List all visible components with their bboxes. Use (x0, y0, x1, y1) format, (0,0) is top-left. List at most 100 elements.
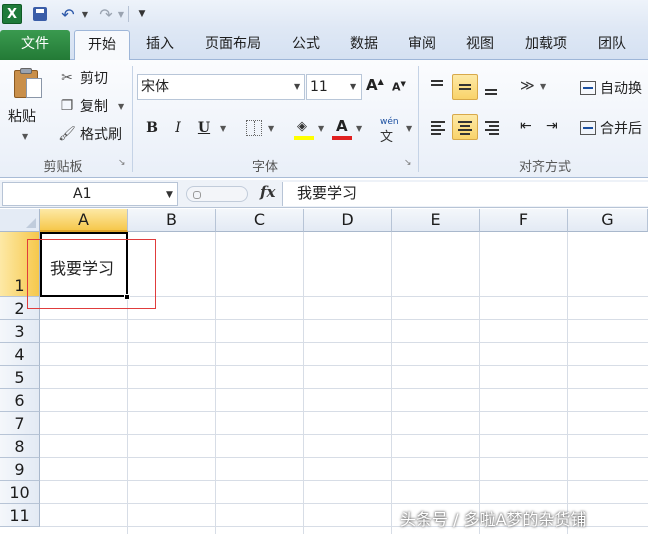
watermark: 头条号 / 多啦A梦的杂货铺 (400, 510, 587, 529)
group-divider (132, 66, 133, 172)
column-header-e[interactable]: E (392, 209, 480, 232)
row-header-9[interactable]: 9 (0, 458, 40, 481)
column-header-a[interactable]: A (40, 209, 128, 232)
align-bottom-icon[interactable] (480, 76, 502, 98)
grid-line (40, 342, 648, 343)
row-header-3[interactable]: 3 (0, 320, 40, 343)
paste-button[interactable]: 粘贴 (8, 106, 36, 126)
grid-line (567, 232, 568, 534)
select-all-button[interactable] (0, 209, 40, 232)
grid-line (40, 388, 648, 389)
save-icon[interactable] (32, 4, 48, 24)
font-name-select[interactable]: 宋体 (137, 74, 305, 100)
underline-dropdown-icon[interactable]: ▼ (220, 124, 226, 133)
redo-dropdown-icon[interactable]: ▼ (116, 4, 126, 24)
column-header-b[interactable]: B (128, 209, 216, 232)
align-center-icon[interactable] (452, 114, 478, 140)
copy-button[interactable]: ❐ 复制 (58, 96, 108, 116)
tab-view[interactable]: 视图 (458, 30, 502, 60)
merge-center-button[interactable]: 合并后 (580, 118, 642, 138)
wrap-text-button[interactable]: 自动换 (580, 78, 642, 98)
tab-review[interactable]: 审阅 (400, 30, 444, 60)
wrap-text-icon (580, 81, 596, 95)
fill-color-dropdown-icon[interactable]: ▼ (318, 124, 324, 133)
borders-icon[interactable] (246, 120, 262, 136)
grid-line (40, 480, 648, 481)
tab-home[interactable]: 开始 (74, 30, 130, 61)
row-header-8[interactable]: 8 (0, 435, 40, 458)
grid-line (40, 503, 648, 504)
font-name-dropdown-icon[interactable]: ▼ (294, 82, 300, 91)
grid-line (40, 434, 648, 435)
tab-team[interactable]: 团队 (590, 30, 634, 60)
row-header-11[interactable]: 11 (0, 504, 40, 527)
insert-function-button[interactable]: fx (260, 183, 275, 201)
row-header-7[interactable]: 7 (0, 412, 40, 435)
format-painter-button[interactable]: 🖌 格式刷 (58, 124, 122, 144)
paste-icon[interactable] (14, 68, 44, 100)
row-header-6[interactable]: 6 (0, 389, 40, 412)
column-header-c[interactable]: C (216, 209, 304, 232)
clipboard-launcher-icon[interactable]: ↘ (118, 158, 128, 168)
orientation-icon[interactable]: ≫ (520, 78, 535, 94)
merge-cells-icon (580, 121, 596, 135)
cut-button[interactable]: ✂ 剪切 (58, 68, 108, 88)
formula-input[interactable]: 我要学习 (282, 182, 648, 206)
column-header-g[interactable]: G (568, 209, 648, 232)
grid-line (479, 232, 480, 534)
underline-button[interactable]: U (196, 118, 212, 138)
row-header-10[interactable]: 10 (0, 481, 40, 504)
formula-bar-splitter[interactable] (186, 186, 248, 202)
font-size-dropdown-icon[interactable]: ▼ (350, 82, 356, 91)
column-header-f[interactable]: F (480, 209, 568, 232)
align-top-icon[interactable] (426, 76, 448, 98)
undo-dropdown-icon[interactable]: ▼ (80, 4, 90, 24)
excel-app-icon[interactable]: X (2, 4, 22, 24)
align-right-icon[interactable] (480, 116, 502, 138)
merge-center-label: 合并后 (600, 121, 642, 137)
fill-color-icon[interactable]: ◈ (294, 118, 316, 140)
customize-toolbar-icon[interactable]: ▼ (136, 4, 148, 24)
undo-icon[interactable]: ↶ (58, 4, 78, 24)
align-middle-icon[interactable] (452, 74, 478, 100)
column-header-d[interactable]: D (304, 209, 392, 232)
phonetic-guide-icon[interactable]: wén 文 (380, 118, 399, 146)
orientation-dropdown-icon[interactable]: ▼ (540, 82, 546, 91)
tab-file[interactable]: 文件 (0, 30, 70, 60)
font-color-dropdown-icon[interactable]: ▼ (356, 124, 362, 133)
row-header-5[interactable]: 5 (0, 366, 40, 389)
redo-icon[interactable]: ↷ (96, 4, 116, 24)
grow-font-icon[interactable]: A▲ (366, 76, 384, 94)
font-launcher-icon[interactable]: ↘ (404, 158, 414, 168)
phonetic-dropdown-icon[interactable]: ▼ (406, 124, 412, 133)
tab-page-layout[interactable]: 页面布局 (196, 30, 270, 60)
grid-line (391, 232, 392, 534)
cut-label: 剪切 (80, 71, 108, 87)
worksheet-grid[interactable]: A B C D E F G 1 2 3 4 5 6 7 8 9 10 11 我要… (0, 209, 648, 534)
name-box-dropdown-icon[interactable]: ▼ (166, 190, 173, 200)
tab-addins[interactable]: 加载项 (516, 30, 576, 60)
font-group-label: 字体 (251, 160, 278, 175)
name-box[interactable]: A1 (2, 182, 178, 206)
shrink-font-icon[interactable]: A▼ (392, 80, 406, 94)
tab-formulas[interactable]: 公式 (284, 30, 328, 60)
paste-dropdown-icon[interactable]: ▼ (22, 132, 28, 141)
tab-data[interactable]: 数据 (342, 30, 386, 60)
toolbar-divider (128, 6, 129, 22)
quick-access-toolbar: X ↶ ▼ ↷ ▼ ▼ (0, 0, 648, 28)
borders-dropdown-icon[interactable]: ▼ (268, 124, 274, 133)
copy-dropdown-icon[interactable]: ▼ (118, 102, 124, 111)
font-color-icon[interactable]: A (332, 117, 354, 140)
red-highlight-box (27, 239, 156, 309)
tab-insert[interactable]: 插入 (138, 30, 182, 60)
decrease-indent-icon[interactable]: ⇤ (520, 118, 532, 134)
alignment-group-label: 对齐方式 (518, 160, 571, 175)
italic-button[interactable]: I (170, 118, 186, 138)
row-header-4[interactable]: 4 (0, 343, 40, 366)
align-left-icon[interactable] (426, 116, 448, 138)
grid-line (40, 365, 648, 366)
grid-line (40, 319, 648, 320)
increase-indent-icon[interactable]: ⇥ (546, 118, 558, 134)
bold-button[interactable]: B (144, 118, 160, 138)
format-painter-label: 格式刷 (80, 127, 122, 143)
